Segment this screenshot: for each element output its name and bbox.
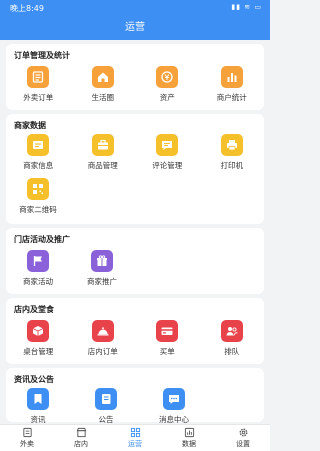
section-title: 门店活动及推广: [14, 235, 70, 244]
section-order-stats: 订单管理及统计 外卖订单 生活圈 资产 商户统计: [6, 44, 264, 110]
tab-data[interactable]: 数据: [162, 425, 216, 451]
menu-item-merchant-activity[interactable]: 商家活动: [10, 250, 66, 292]
tab-operations[interactable]: 运营: [108, 425, 162, 451]
item-label: 商户统计: [216, 93, 247, 102]
tab-settings[interactable]: 设置: [216, 425, 270, 451]
menu-item-merchant-info[interactable]: 商家信息: [10, 134, 66, 176]
cube-icon: [27, 320, 50, 342]
bar-chart-icon: [220, 66, 243, 88]
tab-in-store[interactable]: 店内: [54, 425, 108, 451]
printer-icon: [220, 134, 243, 156]
tab-label: 店内: [74, 440, 88, 448]
menu-item-product-management[interactable]: 商品管理: [75, 134, 131, 176]
menu-item-in-store-orders[interactable]: 店内订单: [75, 320, 131, 362]
menu-item-assets[interactable]: 资产: [139, 66, 195, 108]
menu-item-printer[interactable]: 打印机: [204, 134, 260, 176]
menu-item-queue[interactable]: 排队: [204, 320, 260, 362]
menu-item-merchant-promotion[interactable]: 商家推广: [74, 250, 130, 292]
list-tab-icon: [22, 427, 32, 438]
tab-label: 外卖: [20, 440, 34, 448]
order-list-icon: [27, 66, 50, 88]
tab-label: 设置: [236, 440, 250, 448]
card-icon: [156, 320, 179, 342]
gear-tab-icon: [239, 428, 247, 437]
shop-tab-icon: [76, 427, 86, 438]
item-label: 商家信息: [23, 161, 54, 170]
menu-item-merchant-stats[interactable]: 商户统计: [204, 66, 260, 108]
cloche-icon: [91, 320, 114, 342]
menu-item-merchant-qr-code[interactable]: 商家二维码: [10, 178, 66, 220]
item-label: 生活圈: [91, 93, 115, 102]
menu-item-life-circle[interactable]: 生活圈: [75, 66, 131, 108]
gift-icon: [91, 250, 113, 272]
menu-item-pay-bill[interactable]: 买单: [139, 320, 195, 362]
chat-icon: [163, 388, 185, 410]
item-label: 商家活动: [23, 277, 53, 286]
page-title: 运营: [125, 22, 145, 33]
tab-takeout[interactable]: 外卖: [0, 425, 54, 451]
item-label: 商家推广: [87, 277, 117, 286]
section-dine-in: 店内及堂食 桌台管理 店内订单 买单 排队: [6, 298, 264, 364]
yen-icon: [156, 66, 179, 88]
bottom-tab-bar: 外卖 店内 运营 数据 设置: [0, 424, 270, 451]
item-label: 买单: [159, 347, 175, 356]
section-merchant-data: 商家数据 商家信息 商品管理 评论管理 打印机 商家二维码: [6, 114, 264, 224]
section-store-promotion: 门店活动及推广 商家活动 商家推广: [6, 228, 264, 294]
header-bar: 晚上8:49 ▮▮ ≋ ▭ 运营: [0, 0, 270, 40]
item-label: 桌台管理: [23, 347, 54, 356]
section-news-notices: 资讯及公告 资讯 公告 消息中心: [6, 368, 264, 424]
tab-label: 运营: [128, 440, 142, 448]
item-label: 打印机: [220, 161, 244, 170]
section-title: 商家数据: [14, 121, 46, 130]
menu-item-review-management[interactable]: 评论管理: [139, 134, 195, 176]
flag-icon: [27, 250, 49, 272]
qr-code-icon: [27, 178, 49, 200]
item-label: 外卖订单: [23, 93, 54, 102]
item-label: 店内订单: [87, 347, 118, 356]
item-label: 资产: [159, 93, 175, 102]
section-title: 资讯及公告: [14, 375, 54, 384]
item-label: 评论管理: [152, 161, 183, 170]
comment-icon: [156, 134, 179, 156]
grid-tab-icon: [130, 427, 140, 438]
status-icons: ▮▮ ≋ ▭: [231, 3, 262, 11]
store-info-icon: [27, 134, 50, 156]
chart-tab-icon: [184, 427, 194, 438]
item-label: 商家二维码: [19, 205, 57, 214]
section-title: 店内及堂食: [14, 305, 54, 314]
item-label: 商品管理: [87, 161, 118, 170]
home-icon: [91, 66, 114, 88]
status-time: 晚上8:49: [10, 4, 44, 13]
bookmark-icon: [27, 388, 49, 410]
item-label: 排队: [224, 347, 240, 356]
people-icon: [220, 320, 243, 342]
menu-item-takeout-orders[interactable]: 外卖订单: [10, 66, 66, 108]
briefcase-icon: [91, 134, 114, 156]
tab-label: 数据: [182, 440, 196, 448]
notebook-icon: [95, 388, 117, 410]
menu-item-table-management[interactable]: 桌台管理: [10, 320, 66, 362]
section-title: 订单管理及统计: [14, 51, 70, 60]
